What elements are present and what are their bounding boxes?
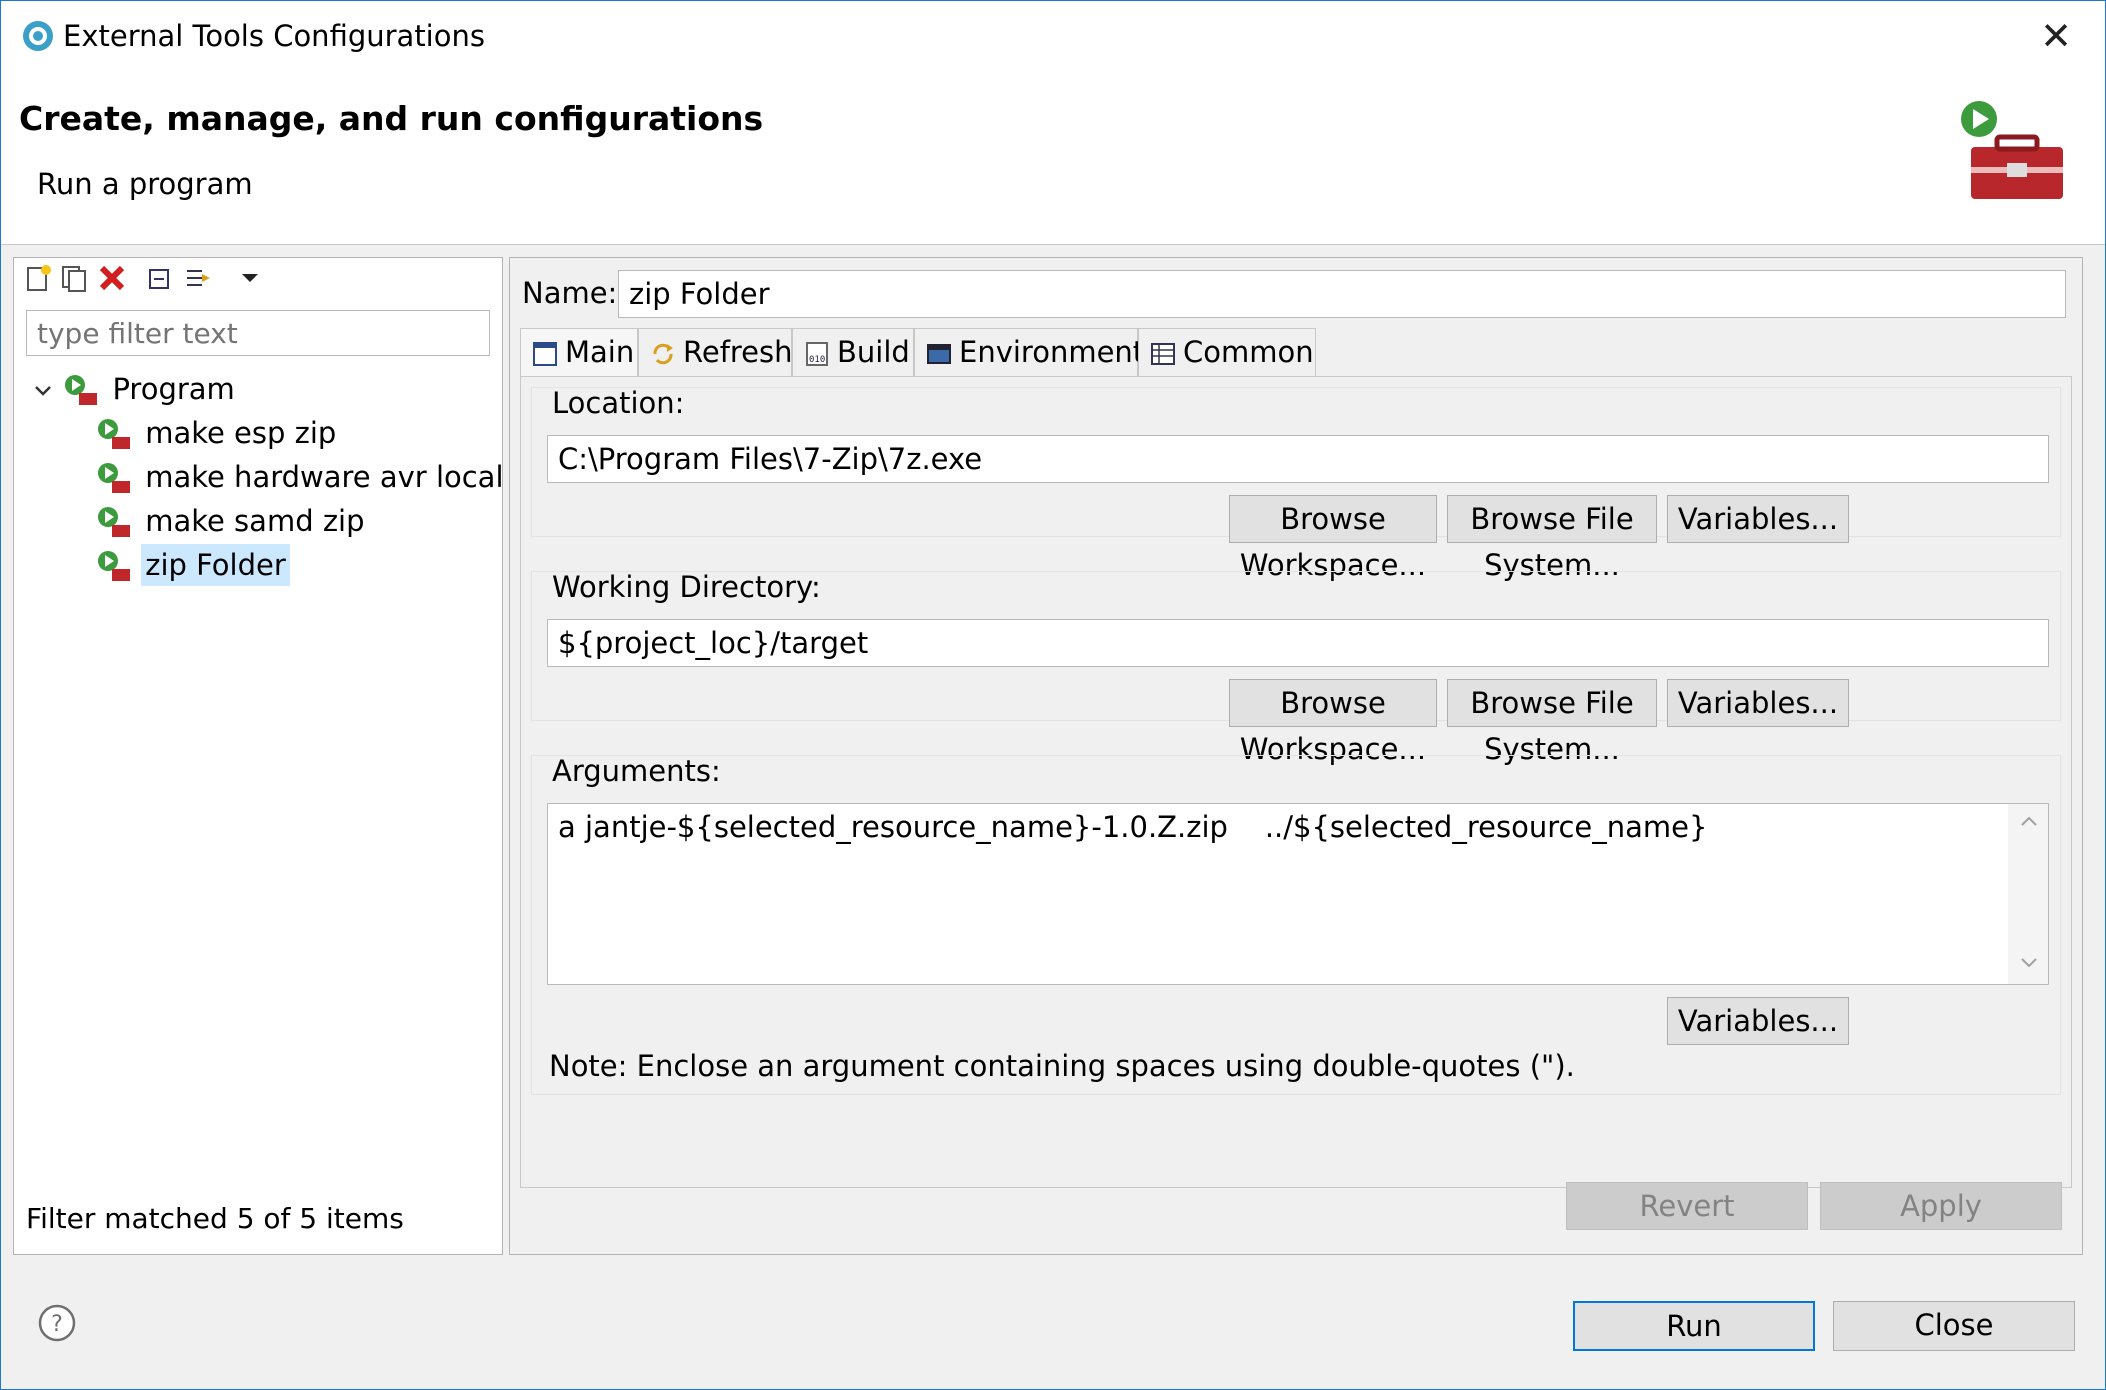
config-editor-panel: Name: zip Folder Main Refresh 010 Build … — [509, 257, 2083, 1255]
build-icon: 010 — [806, 342, 828, 366]
wd-browse-workspace-button[interactable]: Browse Workspace... — [1229, 679, 1437, 766]
tree-label: make hardware avr local — [145, 460, 504, 494]
chevron-down-icon[interactable] — [32, 380, 54, 402]
duplicate-icon[interactable] — [60, 264, 88, 292]
filter-input[interactable] — [26, 310, 490, 356]
arguments-textarea[interactable]: a jantje-${selected_resource_name}-1.0.Z… — [547, 803, 2049, 985]
header-title: Create, manage, and run configurations — [19, 99, 764, 138]
chevron-down-icon[interactable] — [236, 264, 264, 292]
dialog-window: External Tools Configurations ✕ Create, … — [0, 0, 2106, 1390]
window-title: External Tools Configurations — [63, 19, 485, 53]
scroll-up-icon[interactable] — [2020, 814, 2038, 828]
location-label: Location: — [552, 386, 685, 420]
refresh-icon — [653, 343, 673, 365]
help-icon[interactable]: ? — [37, 1303, 77, 1343]
tab-label: Refresh — [683, 335, 793, 369]
main-tab-icon — [533, 342, 557, 366]
close-button[interactable]: Close — [1833, 1301, 2075, 1351]
svg-text:?: ? — [51, 1312, 63, 1337]
run-button[interactable]: Run — [1573, 1301, 1815, 1351]
tab-label: Common — [1183, 335, 1314, 369]
common-icon — [1151, 343, 1175, 365]
tab-build[interactable]: 010 Build — [792, 328, 914, 376]
tool-config-icon — [98, 507, 130, 537]
close-icon[interactable]: ✕ — [2033, 13, 2079, 59]
wd-variables-button[interactable]: Variables... — [1667, 679, 1849, 727]
filter-icon[interactable] — [184, 264, 212, 292]
tool-config-icon — [98, 463, 130, 493]
wd-browse-fs-button[interactable]: Browse File System... — [1447, 679, 1657, 766]
filter-status: Filter matched 5 of 5 items — [26, 1202, 404, 1235]
header-subtitle: Run a program — [37, 167, 253, 201]
tab-environment[interactable]: Environment — [914, 328, 1144, 376]
toolbox-icon — [1961, 101, 2063, 199]
environment-icon — [927, 344, 951, 364]
revert-button[interactable]: Revert — [1566, 1182, 1808, 1230]
arguments-variables-button[interactable]: Variables... — [1667, 997, 1849, 1045]
tab-label: Build — [837, 335, 910, 369]
name-input[interactable]: zip Folder — [618, 270, 2066, 318]
tab-main[interactable]: Main — [520, 328, 638, 376]
location-variables-button[interactable]: Variables... — [1667, 495, 1849, 543]
location-browse-workspace-button[interactable]: Browse Workspace... — [1229, 495, 1437, 582]
delete-icon[interactable] — [98, 264, 126, 292]
new-config-icon[interactable] — [24, 264, 52, 292]
arguments-label: Arguments: — [552, 754, 721, 788]
tree-toolbar — [14, 258, 502, 298]
tool-config-icon — [98, 551, 130, 581]
dialog-header: Create, manage, and run configurations R… — [1, 75, 2105, 245]
tree-item-make-samd-zip[interactable]: make samd zip — [96, 500, 369, 542]
working-dir-label: Working Directory: — [552, 570, 821, 604]
svg-text:010: 010 — [809, 355, 825, 365]
location-input[interactable]: C:\Program Files\7-Zip\7z.exe — [547, 435, 2049, 483]
location-browse-fs-button[interactable]: Browse File System... — [1447, 495, 1657, 582]
tree-item-zip-folder[interactable]: zip Folder — [96, 544, 290, 586]
arguments-scrollbar[interactable] — [2008, 804, 2048, 984]
config-tree-panel: Program make esp zip make hardware avr l… — [13, 257, 504, 1255]
tree-label: Program — [112, 372, 235, 406]
tree-item-make-esp-zip[interactable]: make esp zip — [96, 412, 340, 454]
tree-label: zip Folder — [141, 544, 290, 586]
arguments-value: a jantje-${selected_resource_name}-1.0.Z… — [558, 810, 1708, 844]
tool-config-icon — [98, 419, 130, 449]
program-icon — [65, 375, 98, 405]
arguments-note: Note: Enclose an argument containing spa… — [549, 1049, 1575, 1083]
title-bar: External Tools Configurations ✕ — [1, 1, 2105, 75]
working-dir-input[interactable]: ${project_loc}/target — [547, 619, 2049, 667]
tab-label: Environment — [959, 335, 1145, 369]
tree-item-make-hardware-avr-local[interactable]: make hardware avr local — [96, 456, 508, 498]
tree-item-program[interactable]: Program — [32, 368, 239, 410]
tab-refresh[interactable]: Refresh — [638, 328, 793, 376]
apply-button[interactable]: Apply — [1820, 1182, 2062, 1230]
gear-icon — [23, 21, 53, 51]
tab-common[interactable]: Common — [1138, 328, 1316, 376]
name-label: Name: — [522, 276, 618, 310]
scroll-down-icon[interactable] — [2020, 956, 2038, 970]
tree-label: make samd zip — [145, 504, 365, 538]
tree-label: make esp zip — [145, 416, 337, 450]
collapse-all-icon[interactable] — [146, 264, 174, 292]
tab-label: Main — [565, 335, 635, 369]
main-tab-content: Location: C:\Program Files\7-Zip\7z.exe … — [520, 376, 2072, 1188]
